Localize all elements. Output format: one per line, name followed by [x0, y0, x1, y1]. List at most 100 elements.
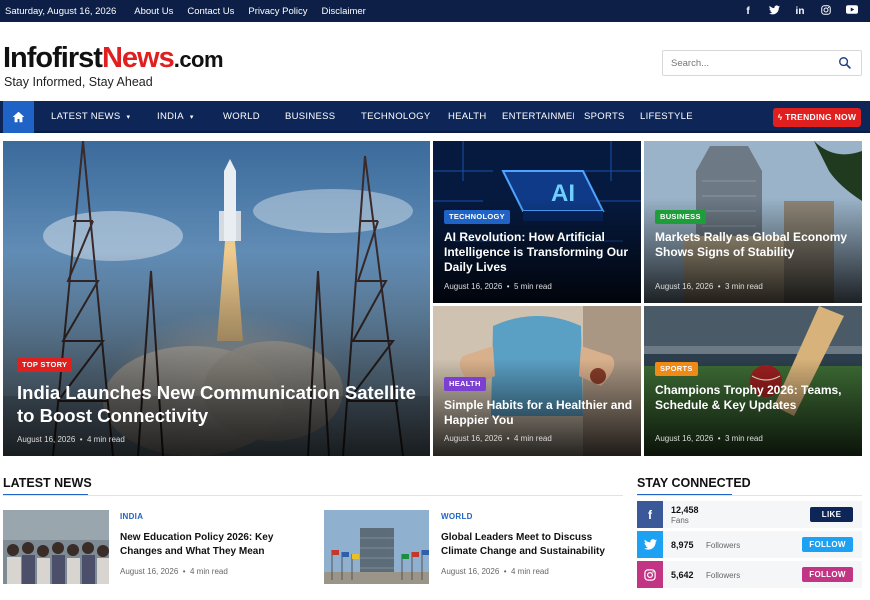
social-row-instagram: 5,642 Followers FOLLOW	[637, 561, 862, 588]
hero-card-business[interactable]: BUSINESS Markets Rally as Global Economy…	[644, 141, 862, 303]
news-thumb-india[interactable]	[3, 510, 109, 584]
top-link-disclaimer[interactable]: Disclaimer	[321, 6, 365, 17]
logo-infofirst: Infofirst	[3, 42, 103, 74]
facebook-label: Fans	[671, 516, 689, 525]
badge-top-story[interactable]: TOP STORY	[17, 358, 73, 372]
news-thumb-world[interactable]	[324, 510, 429, 584]
social-row-twitter: 8,975 Followers FOLLOW	[637, 531, 862, 558]
top-social-icons: f in	[742, 0, 858, 22]
trending-label: TRENDING NOW	[785, 112, 857, 122]
hero-card-technology[interactable]: AI TECHNOLOGY AI Revolution: How Artific…	[433, 141, 641, 303]
meta-date: August 16, 2026	[444, 282, 503, 291]
twitter-count: 8,975	[671, 540, 694, 550]
twitter-label: Followers	[706, 541, 741, 550]
un-building-image	[324, 510, 429, 584]
chevron-down-icon: ▾	[126, 114, 131, 121]
meta-date: August 16, 2026	[441, 567, 500, 576]
news-category-india[interactable]: INDIA	[120, 512, 143, 521]
news-category-world[interactable]: WORLD	[441, 512, 473, 521]
youtube-icon[interactable]	[846, 5, 858, 17]
meta-separator: •	[506, 434, 510, 443]
meta-read-time: 3 min read	[725, 282, 763, 291]
meta-read-time: 4 min read	[190, 567, 228, 576]
logo-news: News	[101, 42, 175, 74]
facebook-icon[interactable]: f	[742, 6, 754, 17]
meta-date: August 16, 2026	[655, 434, 714, 443]
chevron-down-icon: ▾	[189, 114, 194, 121]
home-button[interactable]	[3, 101, 34, 133]
hero-main-title[interactable]: India Launches New Communication Satelli…	[17, 381, 417, 427]
news-title-world[interactable]: Global Leaders Meet to Discuss Climate C…	[441, 531, 616, 558]
twitter-follow-button[interactable]: FOLLOW	[802, 537, 853, 552]
hero-main-story[interactable]: TOP STORY India Launches New Communicati…	[3, 141, 430, 456]
nav-lifestyle[interactable]: LIFESTYLE	[640, 101, 693, 133]
instagram-icon[interactable]	[637, 561, 663, 588]
meta-separator: •	[717, 282, 721, 291]
nav-technology[interactable]: TECHNOLOGY	[361, 101, 431, 133]
card-meta-business: August 16, 2026 • 3 min read	[655, 282, 763, 291]
meta-read-time: 4 min read	[511, 567, 549, 576]
card-title-sports[interactable]: Champions Trophy 2026: Teams, Schedule &…	[655, 383, 855, 413]
hero-card-health[interactable]: HEALTH Simple Habits for a Healthier and…	[433, 306, 641, 456]
card-title-technology[interactable]: AI Revolution: How Artificial Intelligen…	[444, 230, 634, 275]
badge-health[interactable]: HEALTH	[444, 377, 486, 391]
nav-sports[interactable]: SPORTS	[584, 101, 625, 133]
news-title-india[interactable]: New Education Policy 2026: Key Changes a…	[120, 531, 315, 558]
news-meta-india: August 16, 2026 • 4 min read	[120, 567, 228, 576]
card-title-business[interactable]: Markets Rally as Global Economy Shows Si…	[655, 230, 855, 260]
twitter-icon[interactable]	[768, 4, 780, 18]
meta-read-time: 4 min read	[87, 435, 125, 444]
nav-entertainment[interactable]: ENTERTAINMENT	[502, 101, 574, 133]
current-date: Saturday, August 16, 2026	[5, 5, 117, 17]
social-row-facebook: f 12,458 Fans LIKE	[637, 501, 862, 528]
nav-label: INDIA	[157, 111, 184, 122]
instagram-follow-button[interactable]: FOLLOW	[802, 567, 853, 582]
nav-label: LATEST NEWS	[51, 111, 121, 122]
meta-read-time: 5 min read	[514, 282, 552, 291]
crowd-image	[3, 510, 109, 584]
instagram-icon[interactable]	[820, 4, 832, 18]
linkedin-icon[interactable]: in	[794, 6, 806, 17]
facebook-count: 12,458	[671, 505, 699, 515]
top-link-contact[interactable]: Contact Us	[187, 6, 234, 17]
news-meta-world: August 16, 2026 • 4 min read	[441, 567, 549, 576]
search-icon[interactable]	[838, 56, 852, 70]
site-tagline: Stay Informed, Stay Ahead	[4, 75, 153, 89]
badge-business[interactable]: BUSINESS	[655, 210, 706, 224]
nav-business[interactable]: BUSINESS	[285, 101, 335, 133]
card-meta-technology: August 16, 2026 • 5 min read	[444, 282, 552, 291]
meta-date: August 16, 2026	[444, 434, 503, 443]
meta-separator: •	[182, 567, 186, 576]
meta-separator: •	[506, 282, 510, 291]
meta-separator: •	[503, 567, 507, 576]
nav-latest-news[interactable]: LATEST NEWS ▾	[51, 101, 130, 133]
nav-india[interactable]: INDIA ▾	[157, 101, 194, 133]
card-meta-health: August 16, 2026 • 4 min read	[444, 434, 552, 443]
search-input[interactable]	[671, 51, 831, 75]
top-bar: Saturday, August 16, 2026 About Us Conta…	[0, 0, 870, 22]
stay-connected-heading: STAY CONNECTED	[637, 476, 751, 490]
top-link-privacy[interactable]: Privacy Policy	[248, 6, 307, 17]
twitter-icon[interactable]	[637, 531, 663, 558]
card-meta-sports: August 16, 2026 • 3 min read	[655, 434, 763, 443]
instagram-label: Followers	[706, 571, 741, 580]
like-button[interactable]: LIKE	[810, 507, 853, 522]
facebook-icon[interactable]: f	[637, 501, 663, 528]
trending-now-button[interactable]: ϟ TRENDING NOW	[773, 108, 861, 127]
meta-date: August 16, 2026	[17, 435, 76, 444]
meta-read-time: 3 min read	[725, 434, 763, 443]
nav-health[interactable]: HEALTH	[448, 101, 487, 133]
logo-domain: .com	[173, 47, 224, 72]
badge-technology[interactable]: TECHNOLOGY	[444, 210, 510, 224]
hero-card-sports[interactable]: SPORTS Champions Trophy 2026: Teams, Sch…	[644, 306, 862, 456]
search-box	[662, 50, 862, 76]
meta-date: August 16, 2026	[655, 282, 714, 291]
top-link-about[interactable]: About Us	[134, 6, 173, 17]
main-nav: LATEST NEWS ▾ INDIA ▾ WORLD BUSINESS TECHN…	[0, 101, 870, 133]
site-logo[interactable]: InfofirstNews.com	[3, 42, 224, 76]
nav-world[interactable]: WORLD	[223, 101, 260, 133]
card-title-health[interactable]: Simple Habits for a Healthier and Happie…	[444, 398, 634, 428]
badge-sports[interactable]: SPORTS	[655, 362, 698, 376]
instagram-count: 5,642	[671, 570, 694, 580]
latest-news-heading: LATEST NEWS	[3, 476, 92, 490]
